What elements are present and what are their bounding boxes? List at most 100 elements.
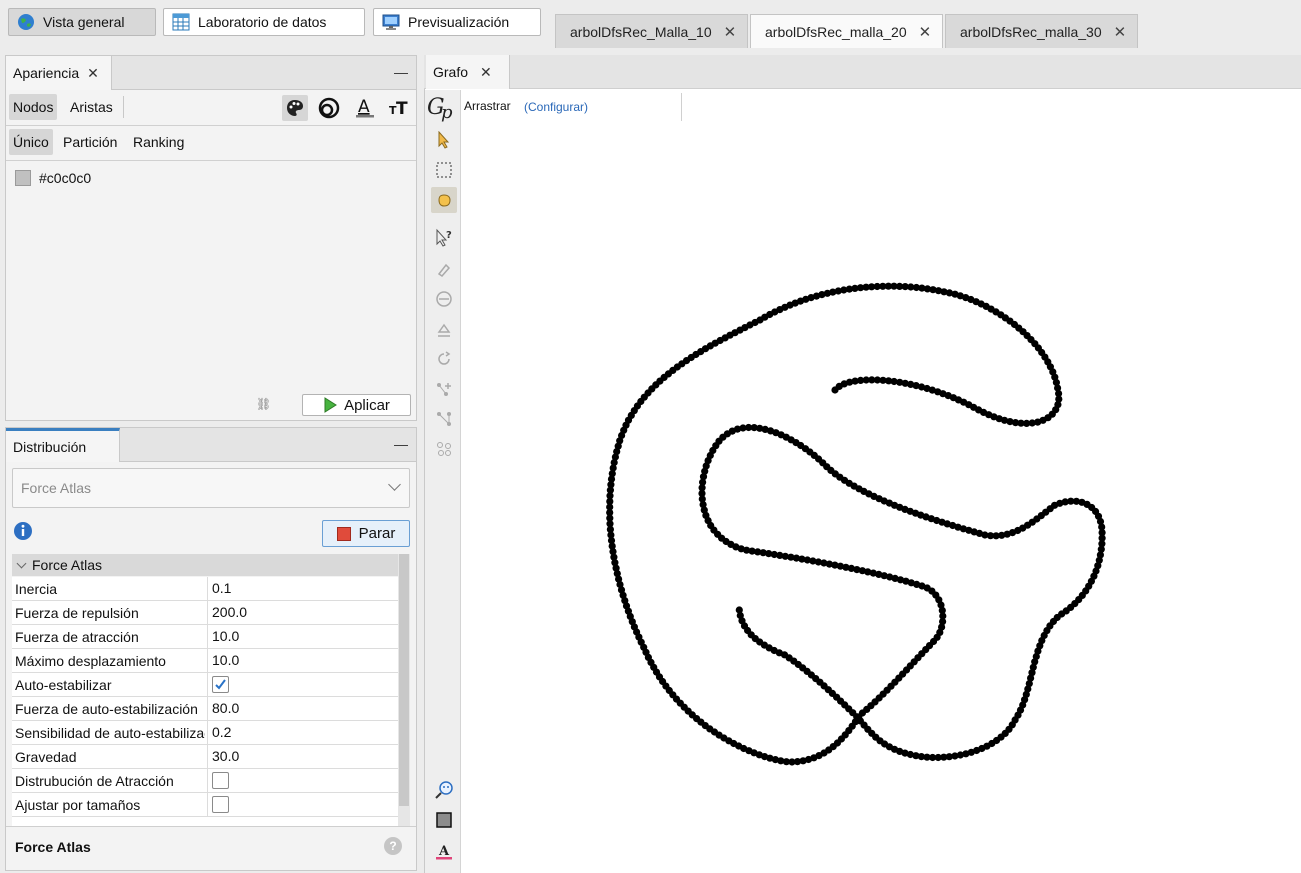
font-color-icon[interactable]: A [431, 838, 457, 864]
tab-nodes[interactable]: Nodos [9, 94, 58, 120]
tab-ranking[interactable]: Ranking [129, 129, 188, 155]
drag-hand-icon[interactable] [431, 187, 457, 213]
color-swatch[interactable] [15, 170, 31, 186]
close-icon[interactable]: ✕ [87, 65, 99, 82]
stop-button[interactable]: Parar [322, 520, 410, 547]
zoom-icon[interactable] [431, 777, 457, 803]
data-laboratory-button[interactable]: Laboratorio de datos [163, 8, 365, 36]
minimize-icon[interactable]: — [394, 64, 408, 80]
configure-link[interactable]: (Configurar) [524, 100, 588, 114]
property-value[interactable]: 30.0 [207, 745, 398, 768]
layout-tab[interactable]: Distribución [6, 428, 120, 462]
preview-button[interactable]: Previsualización [373, 8, 541, 36]
property-name: Ajustar por tamaños [15, 797, 141, 813]
layout-header: Distribución — [6, 428, 416, 462]
property-name: Fuerza de auto-estabilización [15, 701, 198, 717]
property-value [207, 793, 398, 816]
preview-label: Previsualización [408, 14, 510, 30]
painter-icon[interactable] [431, 256, 457, 282]
property-row[interactable]: Máximo desplazamiento 10.0 [12, 649, 398, 673]
tab-partition-label: Partición [63, 134, 118, 150]
workspace-tab-3[interactable]: arbolDfsRec_malla_30 ✕ [945, 14, 1138, 48]
svg-text:A: A [358, 97, 370, 117]
property-row[interactable]: Fuerza de auto-estabilización 80.0 [12, 697, 398, 721]
property-row[interactable]: Fuerza de repulsión 200.0 [12, 601, 398, 625]
property-value[interactable]: 10.0 [207, 625, 398, 648]
property-name: Auto-estabilizar [15, 677, 112, 693]
add-edge-icon[interactable] [431, 406, 457, 432]
property-value[interactable]: 0.2 [207, 721, 398, 744]
rectangle-select-icon[interactable] [431, 157, 457, 183]
add-node-icon[interactable] [431, 376, 457, 402]
graph-node[interactable] [735, 606, 743, 614]
svg-text:p: p [441, 102, 453, 122]
property-value[interactable]: 80.0 [207, 697, 398, 720]
chevron-down-icon [16, 558, 27, 568]
property-row[interactable]: Ajustar por tamaños [12, 793, 398, 817]
edit-query-icon[interactable]: ? [431, 225, 457, 251]
palette-icon[interactable] [282, 95, 308, 121]
close-icon[interactable]: ✕ [1114, 23, 1127, 41]
graph-tab[interactable]: Grafo ✕ [426, 55, 510, 89]
property-row[interactable]: Sensibilidad de auto-estabilización0.2 [12, 721, 398, 745]
tab-partition[interactable]: Partición [59, 129, 121, 155]
play-icon [324, 397, 337, 413]
shortest-path-icon[interactable] [431, 436, 457, 462]
property-row[interactable]: Fuerza de atracción 10.0 [12, 625, 398, 649]
scrollbar-thumb[interactable] [399, 554, 409, 806]
auto-stabilize-checkbox[interactable] [212, 676, 229, 693]
description-title: Force Atlas [15, 839, 91, 855]
apply-label: Aplicar [344, 396, 390, 414]
attraction-distribution-checkbox[interactable] [212, 772, 229, 789]
resize-icon[interactable] [431, 286, 457, 312]
workspace-tab-1[interactable]: arbolDfsRec_Malla_10 ✕ [555, 14, 748, 48]
property-value[interactable]: 200.0 [207, 601, 398, 624]
property-name: Distrubución de Atracción [15, 773, 174, 789]
property-name: Máximo desplazamiento [15, 653, 166, 669]
property-value[interactable]: 0.1 [207, 577, 398, 600]
property-section-header[interactable]: Force Atlas [12, 554, 398, 576]
graph-canvas[interactable] [462, 123, 1301, 873]
mode-label: Arrastrar [464, 99, 511, 113]
property-row[interactable]: Gravedad 30.0 [12, 745, 398, 769]
graph-title: Grafo [433, 64, 469, 80]
help-icon[interactable]: ? [384, 837, 402, 855]
close-icon[interactable]: ✕ [919, 23, 932, 41]
property-value [207, 673, 398, 696]
monitor-icon [382, 13, 400, 31]
overview-button[interactable]: Vista general [8, 8, 156, 36]
close-icon[interactable]: ✕ [724, 23, 737, 41]
close-icon[interactable]: ✕ [480, 64, 492, 81]
pointer-icon[interactable] [431, 127, 457, 153]
brush-icon[interactable] [431, 316, 457, 342]
property-row[interactable]: Auto-estabilizar [12, 673, 398, 697]
rotate-icon[interactable] [431, 346, 457, 372]
appearance-tab[interactable]: Apariencia ✕ [6, 56, 112, 90]
scrollbar-track[interactable] [398, 554, 410, 826]
property-row[interactable]: Distrubución de Atracción [12, 769, 398, 793]
minimize-icon[interactable]: — [394, 436, 408, 452]
workspace-tab-2[interactable]: arbolDfsRec_malla_20 ✕ [750, 14, 943, 48]
property-value[interactable]: 10.0 [207, 649, 398, 672]
appearance-title: Apariencia [13, 65, 80, 81]
apply-button[interactable]: Aplicar [302, 394, 411, 416]
tab-unique[interactable]: Único [9, 129, 53, 155]
top-bar: Vista general Laboratorio de datos Previ… [0, 0, 1301, 50]
info-icon[interactable] [13, 521, 33, 541]
property-name: Fuerza de repulsión [15, 605, 139, 621]
adjust-sizes-checkbox[interactable] [212, 796, 229, 813]
label-color-icon[interactable]: A [352, 95, 378, 121]
description-bar: Force Atlas ? [6, 826, 416, 870]
tab-edges[interactable]: Aristas [66, 94, 117, 120]
stop-label: Parar [358, 525, 396, 542]
property-row[interactable]: Inercia 0.1 [12, 577, 398, 601]
layout-algorithm-value: Force Atlas [21, 480, 92, 496]
svg-text:A: A [438, 844, 450, 859]
layout-title: Distribución [13, 438, 87, 455]
label-size-icon[interactable]: TT [386, 95, 412, 121]
link-icon[interactable]: ⛓ [256, 397, 271, 411]
layout-algorithm-select[interactable]: Force Atlas [12, 468, 410, 508]
background-color-icon[interactable] [431, 807, 457, 833]
size-icon[interactable] [316, 95, 342, 121]
divider [123, 96, 124, 118]
